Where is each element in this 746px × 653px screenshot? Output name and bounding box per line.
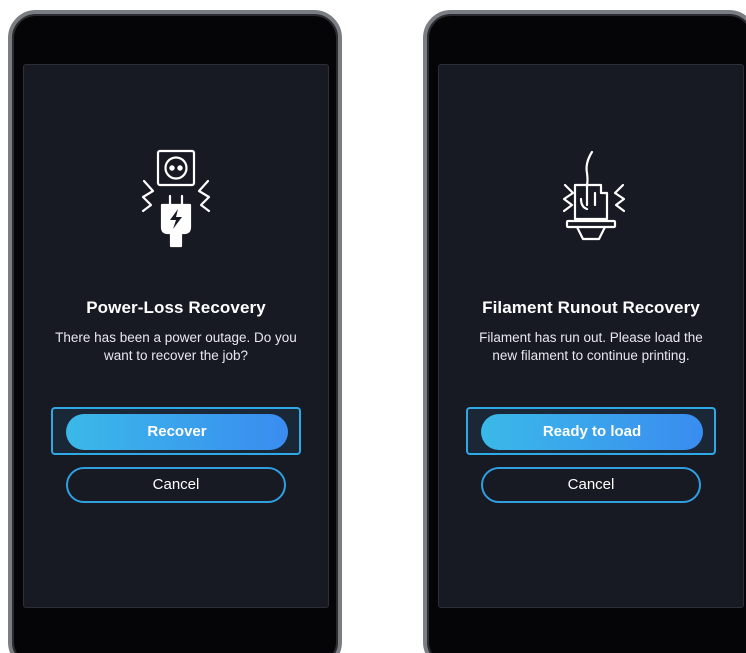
device-frame-filament-runout: Filament Runout Recovery Filament has ru… bbox=[423, 10, 746, 653]
dialog-title: Filament Runout Recovery bbox=[482, 298, 700, 317]
filament-runout-recovery-dialog: Filament Runout Recovery Filament has ru… bbox=[438, 64, 744, 608]
power-loss-recovery-dialog: Power-Loss Recovery There has been a pow… bbox=[23, 64, 329, 608]
ready-to-load-button[interactable]: Ready to load bbox=[481, 414, 703, 450]
recover-button[interactable]: Recover bbox=[66, 414, 288, 450]
dialog-message: There has been a power outage. Do you wa… bbox=[55, 330, 297, 363]
dialog-title: Power-Loss Recovery bbox=[86, 298, 266, 317]
cancel-button[interactable]: Cancel bbox=[481, 467, 701, 503]
dialog-message: Filament has run out. Please load the ne… bbox=[479, 330, 703, 363]
cancel-button[interactable]: Cancel bbox=[66, 467, 286, 503]
focus-highlight: Recover bbox=[51, 407, 301, 455]
power-plug-icon bbox=[116, 147, 236, 257]
device-frame-power-loss: Power-Loss Recovery There has been a pow… bbox=[8, 10, 342, 653]
filament-extruder-icon bbox=[531, 147, 651, 257]
focus-highlight: Ready to load bbox=[466, 407, 716, 455]
